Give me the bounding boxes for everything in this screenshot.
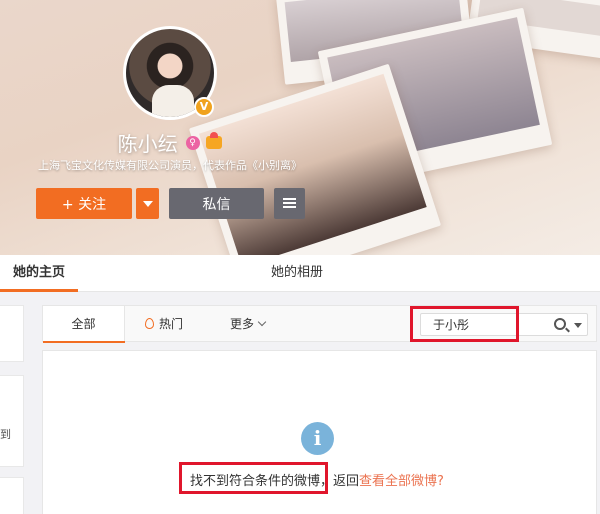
tab-home[interactable]: 她的主页 [0, 255, 78, 292]
follow-button[interactable]: + 关注 [36, 188, 132, 219]
profile-description: 上海飞宝文化传媒有限公司演员，代表作品《小别离》 [38, 159, 302, 172]
filter-more-dropdown[interactable]: 更多 [230, 306, 267, 342]
profile-name-row: 陈小纭 ♀ [0, 128, 340, 157]
sidebar-card [0, 477, 24, 514]
highlight-box [410, 306, 519, 342]
search-icon[interactable] [554, 318, 566, 330]
caret-down-icon[interactable] [574, 323, 582, 328]
info-icon: i [301, 422, 334, 455]
flame-icon [145, 318, 154, 329]
tab-album[interactable]: 她的相册 [271, 255, 323, 292]
verified-badge-icon: V [194, 97, 214, 117]
profile-tabs: 她的主页 她的相册 [0, 255, 600, 292]
sidebar-card: 到 [0, 375, 24, 467]
highlight-box [179, 462, 328, 494]
empty-state-back: 返回 [333, 474, 360, 489]
chevron-down-icon [257, 317, 267, 327]
filter-hot-label: 热门 [159, 317, 184, 331]
follow-dropdown-button[interactable] [136, 188, 159, 219]
profile-name: 陈小纭 [117, 132, 178, 156]
profile-cover: V 陈小纭 ♀ 上海飞宝文化传媒有限公司演员，代表作品《小别离》 + 关注 私信 [0, 0, 600, 255]
filter-all-tab[interactable]: 全部 [43, 306, 125, 343]
female-icon: ♀ [185, 135, 200, 150]
menu-icon[interactable] [274, 188, 305, 219]
view-all-link[interactable]: 查看全部微博? [359, 474, 444, 489]
message-button[interactable]: 私信 [169, 188, 264, 219]
sidebar-text-fragment: 到 [0, 428, 11, 441]
filter-hot-tab[interactable]: 热门 [145, 306, 183, 342]
filter-more-label: 更多 [230, 317, 255, 331]
vip-icon[interactable] [206, 132, 223, 149]
sidebar-card [0, 305, 24, 362]
